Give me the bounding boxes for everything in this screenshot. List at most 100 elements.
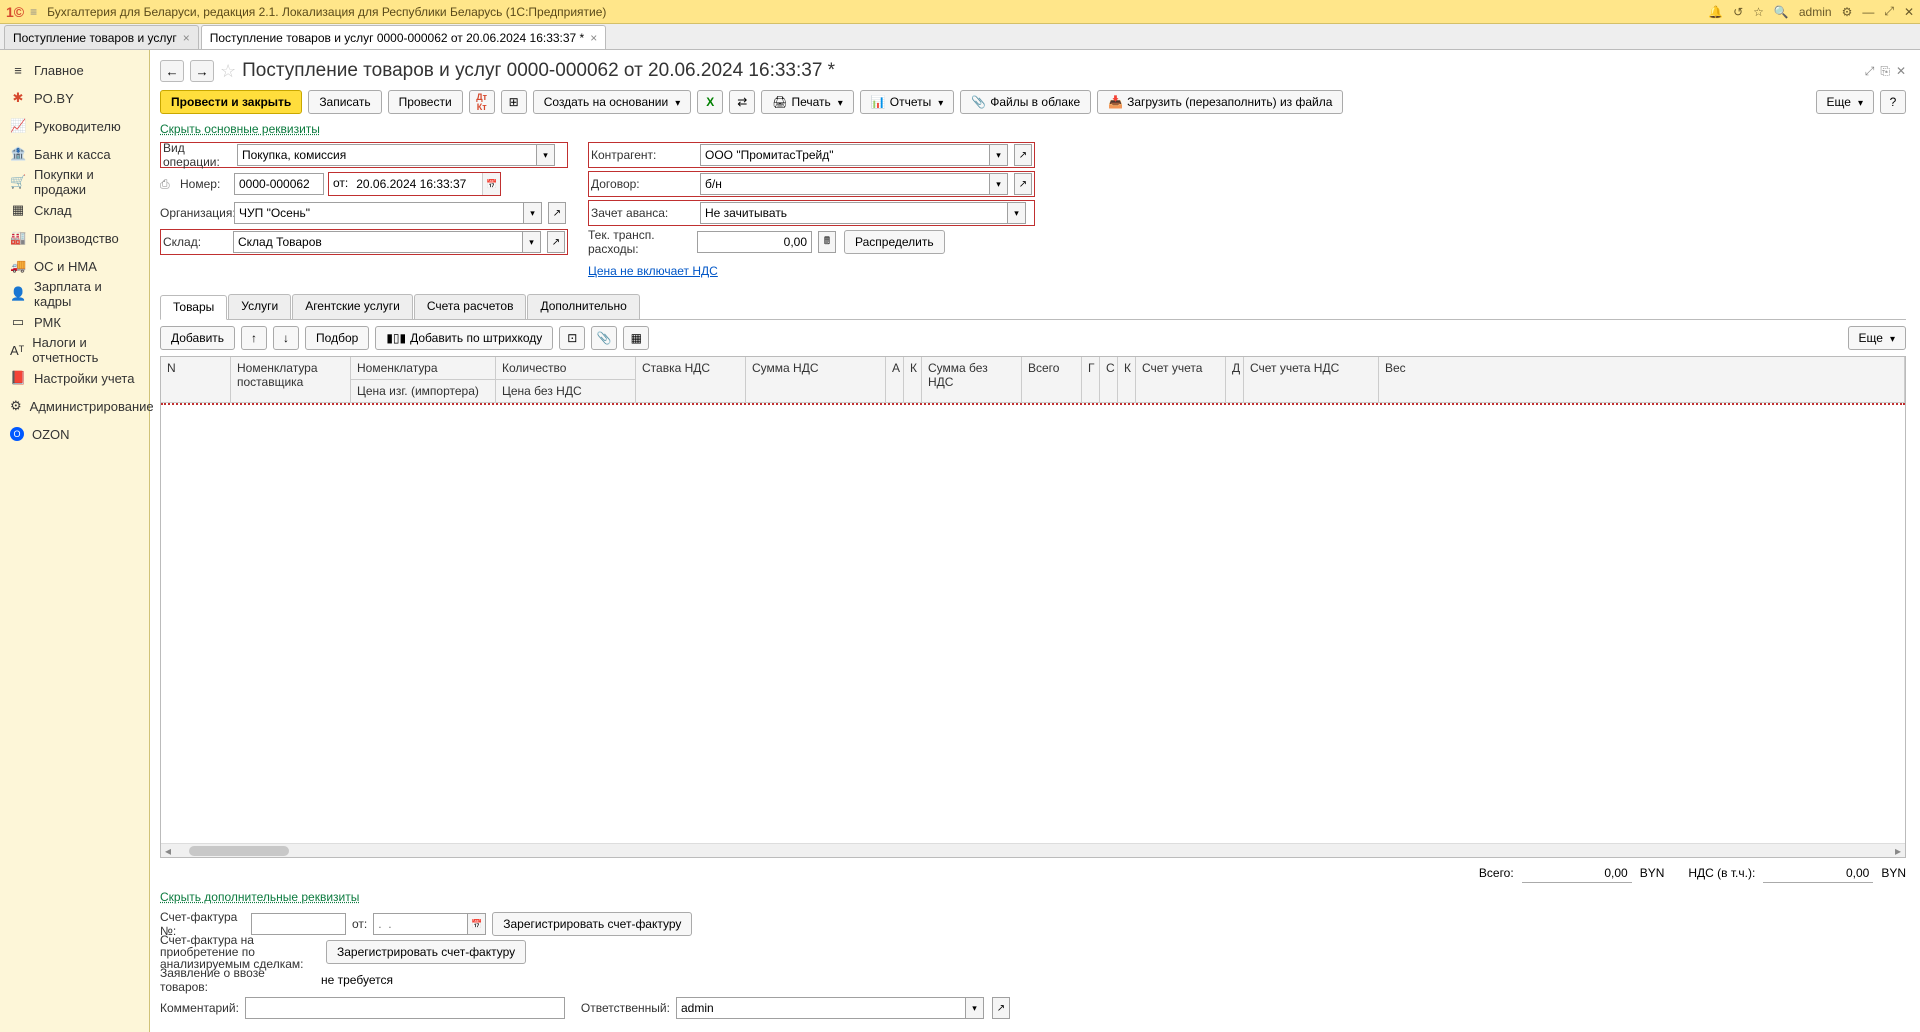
distribute-button[interactable]: Распределить: [844, 230, 945, 254]
open-button[interactable]: ↗: [547, 231, 565, 253]
col-k[interactable]: К: [904, 357, 921, 379]
post-close-button[interactable]: Провести и закрыть: [160, 90, 302, 114]
col-total[interactable]: Всего: [1022, 357, 1081, 379]
save-button[interactable]: Записать: [308, 90, 381, 114]
col-vat-rate[interactable]: Ставка НДС: [636, 357, 745, 379]
number-input[interactable]: [234, 173, 324, 195]
close-page-icon[interactable]: ✕: [1896, 64, 1906, 79]
open-button[interactable]: ↗: [1014, 173, 1032, 195]
sidebar-item-assets[interactable]: 🚚ОС и НМА: [0, 252, 149, 280]
price-vat-link[interactable]: Цена не включает НДС: [588, 264, 718, 278]
dropdown-icon[interactable]: ▾: [990, 173, 1008, 195]
tab-extra[interactable]: Дополнительно: [527, 294, 639, 319]
dropdown-icon[interactable]: ▾: [1008, 202, 1026, 224]
maximize-icon[interactable]: ⤢: [1884, 4, 1894, 19]
minimize-icon[interactable]: —: [1862, 5, 1874, 19]
structure-button[interactable]: ⊞: [501, 90, 527, 114]
settings-icon[interactable]: ⚙: [1842, 5, 1853, 19]
hamburger-icon[interactable]: ≡: [30, 5, 37, 19]
back-button[interactable]: ←: [160, 60, 184, 82]
sidebar-item-admin[interactable]: ⚙Администрирование: [0, 392, 149, 420]
col-vat-acc[interactable]: Счет учета НДС: [1244, 357, 1378, 379]
open-button[interactable]: ↗: [992, 997, 1010, 1019]
responsible-input[interactable]: [676, 997, 966, 1019]
col-qty[interactable]: Количество: [496, 357, 635, 379]
org-input[interactable]: [234, 202, 524, 224]
table-body[interactable]: [161, 403, 1905, 843]
register-invoice2-button[interactable]: Зарегистрировать счет-фактуру: [326, 940, 526, 964]
col-a[interactable]: А: [886, 357, 903, 379]
history-icon[interactable]: ↺: [1733, 5, 1743, 19]
tab-goods[interactable]: Товары: [160, 295, 227, 320]
sidebar-item-bank[interactable]: 🏦Банк и касса: [0, 140, 149, 168]
more-button[interactable]: Еще: [1816, 90, 1874, 114]
scroll-thumb[interactable]: [189, 846, 289, 856]
favorite-icon[interactable]: ☆: [220, 61, 236, 82]
goods-table[interactable]: N Номенклатура поставщика НоменклатураЦе…: [160, 356, 1906, 858]
col-supplier-nom[interactable]: Номенклатура поставщика: [231, 357, 350, 393]
col-price-no-vat[interactable]: Цена без НДС: [496, 379, 635, 402]
sidebar-item-poby[interactable]: ✱PO.BY: [0, 84, 149, 112]
close-window-icon[interactable]: ✕: [1904, 5, 1914, 19]
col-nom[interactable]: Номенклатура: [351, 357, 495, 379]
help-button[interactable]: ?: [1880, 90, 1906, 114]
col-c[interactable]: С: [1100, 357, 1117, 379]
col-d[interactable]: Д: [1226, 357, 1243, 379]
col-acc[interactable]: Счет учета: [1136, 357, 1225, 379]
close-icon[interactable]: ×: [590, 31, 597, 45]
tab-agent[interactable]: Агентские услуги: [292, 294, 413, 319]
load-file-button[interactable]: 📥 Загрузить (перезаполнить) из файла: [1097, 90, 1343, 114]
forward-button[interactable]: →: [190, 60, 214, 82]
barcode-button[interactable]: ▮▯▮ Добавить по штрихкоду: [375, 326, 553, 350]
sidebar-item-main[interactable]: ≡Главное: [0, 56, 149, 84]
close-icon[interactable]: ×: [183, 31, 190, 45]
invoice-date-input[interactable]: [373, 913, 468, 935]
expand-icon[interactable]: ⤢: [1865, 64, 1875, 79]
col-sum-no-vat[interactable]: Сумма без НДС: [922, 357, 1021, 393]
reports-button[interactable]: 📊 Отчеты: [860, 90, 954, 114]
col-weight[interactable]: Вес: [1379, 357, 1904, 379]
hide-extra-link[interactable]: Скрыть дополнительные реквизиты: [160, 890, 1906, 904]
dropdown-icon[interactable]: ▾: [966, 997, 984, 1019]
dt-kt-button[interactable]: ДтКт: [469, 90, 495, 114]
star-icon[interactable]: ☆: [1753, 5, 1764, 19]
bell-icon[interactable]: 🔔: [1708, 5, 1723, 19]
calendar-icon[interactable]: 📅: [482, 173, 500, 195]
add-button[interactable]: Добавить: [160, 326, 235, 350]
calendar-icon[interactable]: 📅: [468, 913, 486, 935]
user-label[interactable]: admin: [1799, 5, 1832, 19]
sidebar-item-purchases[interactable]: 🛒Покупки и продажи: [0, 168, 149, 196]
create-based-button[interactable]: Создать на основании: [533, 90, 692, 114]
invoice-no-input[interactable]: [251, 913, 346, 935]
open-button[interactable]: ↗: [1014, 144, 1032, 166]
edi-button[interactable]: ⇄: [729, 90, 755, 114]
transport-input[interactable]: [697, 231, 812, 253]
dropdown-icon[interactable]: ▾: [524, 202, 542, 224]
col-k2[interactable]: К: [1118, 357, 1135, 379]
col-g[interactable]: Г: [1082, 357, 1099, 379]
tab-document[interactable]: Поступление товаров и услуг 0000-000062 …: [201, 25, 607, 49]
print-button[interactable]: 🖨 Печать: [761, 90, 854, 114]
sidebar-item-taxes[interactable]: АᵀНалоги и отчетность: [0, 336, 149, 364]
op-type-input[interactable]: [237, 144, 537, 166]
move-down-button[interactable]: ↓: [273, 326, 299, 350]
open-button[interactable]: ↗: [548, 202, 566, 224]
advance-input[interactable]: [700, 202, 1008, 224]
sidebar-item-ozon[interactable]: OOZON: [0, 420, 149, 448]
scroll-left-icon[interactable]: ◂: [161, 844, 175, 858]
hide-main-link[interactable]: Скрыть основные реквизиты: [160, 122, 1906, 136]
cloud-files-button[interactable]: 📎 Файлы в облаке: [960, 90, 1091, 114]
horizontal-scrollbar[interactable]: ◂ ▸: [161, 843, 1905, 857]
pickup-button[interactable]: Подбор: [305, 326, 369, 350]
attach-button[interactable]: 📎: [591, 326, 617, 350]
sidebar-item-warehouse[interactable]: ▦Склад: [0, 196, 149, 224]
move-up-button[interactable]: ↑: [241, 326, 267, 350]
dropdown-icon[interactable]: ▾: [523, 231, 541, 253]
sidebar-item-production[interactable]: 🏭Производство: [0, 224, 149, 252]
print-icon[interactable]: ⎙: [160, 177, 176, 192]
sidebar-item-rmk[interactable]: ▭РМК: [0, 308, 149, 336]
dropdown-icon[interactable]: ▾: [537, 144, 555, 166]
counterparty-input[interactable]: [700, 144, 990, 166]
calc-icon[interactable]: 🖩: [818, 231, 836, 253]
columns-button[interactable]: ▦: [623, 326, 649, 350]
